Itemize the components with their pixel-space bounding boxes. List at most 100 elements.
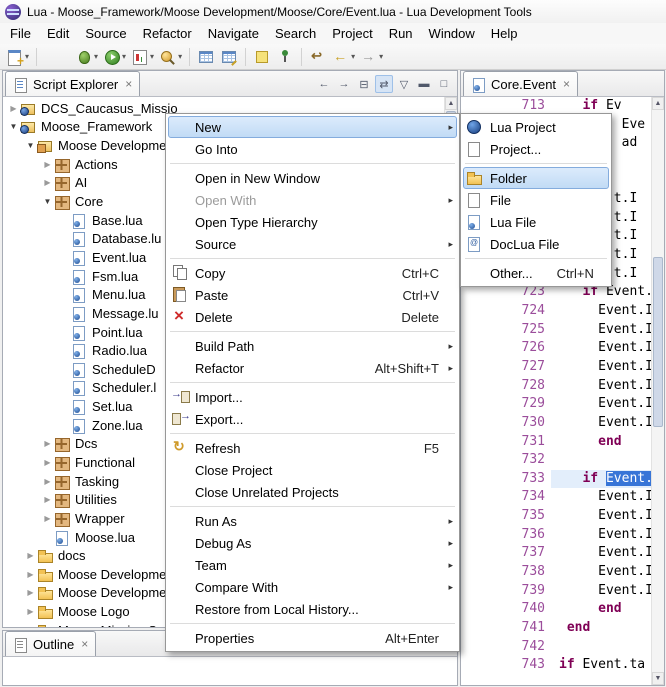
close-icon[interactable]: × bbox=[125, 77, 132, 91]
coverage-button[interactable]: ▾ bbox=[129, 47, 156, 66]
menubar-help[interactable]: Help bbox=[483, 24, 526, 43]
link-with-editor-button[interactable]: ⇄ bbox=[375, 75, 393, 93]
scroll-up-icon[interactable]: ▲ bbox=[445, 97, 457, 110]
line-number[interactable]: 727 bbox=[461, 358, 551, 377]
menubar-edit[interactable]: Edit bbox=[39, 24, 77, 43]
expander-collapsed-icon[interactable]: ▶ bbox=[24, 607, 37, 616]
expander-collapsed-icon[interactable]: ▶ bbox=[41, 160, 54, 169]
new-wizard-button[interactable]: ▾ bbox=[4, 47, 31, 66]
search-button[interactable]: ▾ bbox=[157, 47, 184, 66]
context-menu-item-source[interactable]: Source▸ bbox=[168, 233, 457, 255]
collapse-all-button[interactable]: ⊟ bbox=[355, 75, 373, 93]
submenu-item-lua-project[interactable]: Lua Project bbox=[463, 116, 609, 138]
line-number[interactable]: 735 bbox=[461, 507, 551, 526]
context-menu-item-open-type-hierarchy[interactable]: Open Type Hierarchy bbox=[168, 211, 457, 233]
minimize-button[interactable]: ▬ bbox=[415, 75, 433, 93]
back-button[interactable]: ▾ bbox=[330, 47, 357, 66]
menubar-file[interactable]: File bbox=[2, 24, 39, 43]
maximize-button[interactable]: □ bbox=[435, 75, 453, 93]
context-menu-item-restore-from-local-history[interactable]: Restore from Local History... bbox=[168, 598, 457, 620]
menubar-project[interactable]: Project bbox=[324, 24, 380, 43]
table-edit-button[interactable] bbox=[218, 47, 240, 66]
expander-collapsed-icon[interactable]: ▶ bbox=[41, 178, 54, 187]
line-number[interactable]: 724 bbox=[461, 302, 551, 321]
line-number[interactable]: 737 bbox=[461, 544, 551, 563]
submenu-item-other[interactable]: Other...Ctrl+N bbox=[463, 262, 609, 284]
context-menu-item-refactor[interactable]: RefactorAlt+Shift+T▸ bbox=[168, 357, 457, 379]
context-menu-item-go-into[interactable]: Go Into bbox=[168, 138, 457, 160]
context-menu-item-import[interactable]: Import... bbox=[168, 386, 457, 408]
line-number[interactable]: 725 bbox=[461, 321, 551, 340]
line-number[interactable]: 733 bbox=[461, 470, 551, 489]
pin-editor-button[interactable] bbox=[274, 47, 296, 66]
expander-expanded-icon[interactable]: ▼ bbox=[24, 141, 37, 150]
context-menu-item-copy[interactable]: CopyCtrl+C bbox=[168, 262, 457, 284]
table-view-button[interactable] bbox=[195, 47, 217, 66]
expander-collapsed-icon[interactable]: ▶ bbox=[24, 588, 37, 597]
expander-expanded-icon[interactable]: ▼ bbox=[7, 122, 20, 131]
line-number[interactable]: 741 bbox=[461, 619, 551, 638]
expander-collapsed-icon[interactable]: ▶ bbox=[41, 495, 54, 504]
scroll-up-icon[interactable]: ▲ bbox=[652, 97, 664, 110]
context-menu-item-paste[interactable]: PasteCtrl+V bbox=[168, 284, 457, 306]
submenu-item-project[interactable]: Project... bbox=[463, 138, 609, 160]
context-menu-item-open-in-new-window[interactable]: Open in New Window bbox=[168, 167, 457, 189]
run-button[interactable]: ▾ bbox=[101, 47, 128, 66]
line-number[interactable]: 730 bbox=[461, 414, 551, 433]
line-number[interactable]: 726 bbox=[461, 339, 551, 358]
mark-occurrences-button[interactable] bbox=[251, 47, 273, 66]
back-button[interactable]: ← bbox=[315, 75, 333, 93]
title-bar[interactable]: Lua - Moose_Framework/Moose Development/… bbox=[0, 0, 666, 23]
expander-collapsed-icon[interactable]: ▶ bbox=[24, 626, 37, 627]
scroll-down-icon[interactable]: ▼ bbox=[652, 672, 664, 685]
context-menu-item-properties[interactable]: PropertiesAlt+Enter bbox=[168, 627, 457, 649]
last-edit-location-button[interactable] bbox=[307, 47, 329, 66]
close-icon[interactable]: × bbox=[81, 637, 88, 651]
expander-collapsed-icon[interactable]: ▶ bbox=[41, 439, 54, 448]
expander-collapsed-icon[interactable]: ▶ bbox=[7, 104, 20, 113]
expander-collapsed-icon[interactable]: ▶ bbox=[24, 570, 37, 579]
line-number[interactable]: 738 bbox=[461, 563, 551, 582]
tab-script-explorer[interactable]: Script Explorer × bbox=[5, 71, 140, 96]
context-menu-item-debug-as[interactable]: Debug As▸ bbox=[168, 532, 457, 554]
line-number[interactable]: 743 bbox=[461, 656, 551, 675]
context-menu-item-run-as[interactable]: Run As▸ bbox=[168, 510, 457, 532]
expander-expanded-icon[interactable]: ▼ bbox=[41, 197, 54, 206]
scrollbar-thumb[interactable] bbox=[653, 257, 663, 427]
context-menu-item-build-path[interactable]: Build Path▸ bbox=[168, 335, 457, 357]
expander-collapsed-icon[interactable]: ▶ bbox=[41, 477, 54, 486]
line-number[interactable]: 732 bbox=[461, 451, 551, 470]
forward-button[interactable]: → bbox=[335, 75, 353, 93]
line-number[interactable]: 731 bbox=[461, 433, 551, 452]
expander-collapsed-icon[interactable]: ▶ bbox=[41, 458, 54, 467]
submenu-item-lua-file[interactable]: Lua File bbox=[463, 211, 609, 233]
tab-core-event[interactable]: Core.Event × bbox=[463, 71, 578, 96]
line-number[interactable]: 739 bbox=[461, 582, 551, 601]
debug-button[interactable]: ▾ bbox=[73, 47, 100, 66]
submenu-item-file[interactable]: File bbox=[463, 189, 609, 211]
menubar-run[interactable]: Run bbox=[381, 24, 421, 43]
editor-scrollbar[interactable]: ▲ ▼ bbox=[651, 97, 664, 685]
tab-outline[interactable]: Outline × bbox=[5, 631, 96, 656]
context-menu-item-refresh[interactable]: RefreshF5 bbox=[168, 437, 457, 459]
submenu-item-doclua-file[interactable]: DocLua File bbox=[463, 233, 609, 255]
menubar-source[interactable]: Source bbox=[77, 24, 134, 43]
line-number[interactable]: 728 bbox=[461, 377, 551, 396]
line-number[interactable]: 729 bbox=[461, 395, 551, 414]
menubar-search[interactable]: Search bbox=[267, 24, 324, 43]
menubar-navigate[interactable]: Navigate bbox=[200, 24, 267, 43]
context-menu-item-team[interactable]: Team▸ bbox=[168, 554, 457, 576]
context-menu-item-compare-with[interactable]: Compare With▸ bbox=[168, 576, 457, 598]
expander-collapsed-icon[interactable]: ▶ bbox=[24, 551, 37, 560]
context-menu-item-new[interactable]: New▸ bbox=[168, 116, 457, 138]
context-menu-item-delete[interactable]: DeleteDelete bbox=[168, 306, 457, 328]
context-menu-item-export[interactable]: Export... bbox=[168, 408, 457, 430]
view-menu-button[interactable]: ▽ bbox=[395, 75, 413, 93]
line-number[interactable]: 734 bbox=[461, 488, 551, 507]
expander-collapsed-icon[interactable]: ▶ bbox=[41, 514, 54, 523]
submenu-item-folder[interactable]: Folder bbox=[463, 167, 609, 189]
line-number[interactable]: 742 bbox=[461, 638, 551, 657]
context-menu-item-close-unrelated-projects[interactable]: Close Unrelated Projects bbox=[168, 481, 457, 503]
close-icon[interactable]: × bbox=[563, 77, 570, 91]
forward-button[interactable]: ▾ bbox=[358, 47, 385, 66]
